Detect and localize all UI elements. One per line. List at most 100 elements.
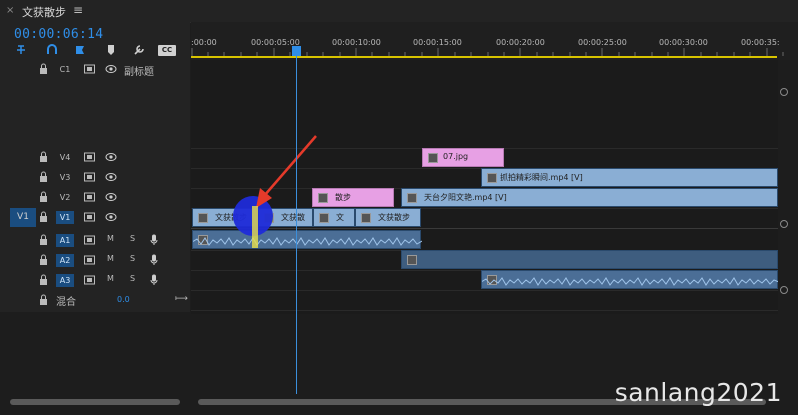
sync-lock-icon[interactable]	[84, 255, 95, 265]
sync-lock-icon[interactable]	[84, 172, 95, 182]
eye-icon[interactable]	[105, 172, 117, 182]
clip-label: 07.jpg	[443, 152, 469, 161]
clip-a1-audio[interactable]	[192, 230, 422, 249]
source-patch-v1[interactable]: V1	[10, 208, 36, 227]
clip-label: 散步	[335, 193, 351, 202]
lock-icon[interactable]	[39, 151, 48, 162]
mute-button[interactable]: M	[107, 274, 114, 283]
sequence-tab-bar: × 文获散步 ≡	[0, 0, 798, 23]
track-header-c1: C1 副标题	[0, 60, 190, 79]
captions-icon[interactable]: CC	[158, 45, 176, 56]
lock-icon[interactable]	[39, 191, 48, 202]
clip-v1-4[interactable]: 文获散步	[355, 208, 421, 227]
track-name[interactable]: A2	[56, 254, 74, 267]
clip-fx-icon	[407, 255, 417, 265]
header-horizontal-scrollbar[interactable]	[10, 399, 180, 405]
track-header-v4: V4	[0, 148, 190, 167]
sync-lock-icon[interactable]	[84, 275, 95, 285]
track-label: 副标题	[124, 67, 154, 78]
lock-icon[interactable]	[39, 294, 48, 305]
track-header-a2: A2 M S	[0, 251, 190, 270]
waveform	[193, 237, 422, 246]
track-name[interactable]: V1	[56, 211, 74, 224]
close-tab-button[interactable]: ×	[6, 5, 14, 16]
clip-label: 文获散步	[378, 213, 410, 222]
work-area-bar[interactable]	[191, 56, 777, 58]
mute-button[interactable]: M	[107, 234, 114, 243]
clip-a2-audio[interactable]	[401, 250, 778, 269]
scroll-handle-top[interactable]	[780, 88, 788, 96]
timeline-toolbar: CC	[8, 44, 188, 58]
track-name: C1	[59, 65, 71, 74]
ruler-label: 00:00:20:00	[496, 38, 545, 47]
microphone-icon[interactable]	[150, 274, 158, 286]
track-header-a1: A1 M S	[0, 231, 190, 250]
clip-v3-video[interactable]: 抓拍精彩瞬间.mp4 [V]	[481, 168, 778, 187]
track-name: V3	[59, 173, 71, 182]
solo-button[interactable]: S	[130, 254, 135, 263]
panel-menu-icon[interactable]: ≡	[73, 3, 83, 17]
wrench-icon[interactable]	[132, 44, 146, 58]
eye-icon[interactable]	[105, 152, 117, 162]
lock-icon[interactable]	[39, 234, 48, 245]
clip-fx-icon	[198, 213, 208, 223]
snap-icon[interactable]	[14, 44, 28, 58]
clip-fx-icon	[361, 213, 371, 223]
edit-point-highlight	[252, 206, 258, 248]
clip-label: 抓拍精彩瞬间.mp4 [V]	[500, 173, 583, 182]
ruler-label: :00:00	[191, 38, 217, 47]
track-name[interactable]: A1	[56, 234, 74, 247]
clip-label: 文	[336, 213, 344, 222]
captions-track-icon[interactable]	[84, 64, 95, 74]
sync-lock-icon[interactable]	[84, 192, 95, 202]
track-header-v2: V2	[0, 188, 190, 207]
lock-icon[interactable]	[39, 211, 48, 222]
clip-fx-icon	[407, 193, 417, 203]
track-name[interactable]: A3	[56, 274, 74, 287]
track-name: V4	[59, 153, 71, 162]
clip-v4-image[interactable]: 07.jpg	[422, 148, 504, 167]
clip-label: 天台夕阳文艳.mp4 [V]	[424, 193, 507, 202]
sync-lock-icon[interactable]	[84, 235, 95, 245]
track-header-mix: 混合 0.0 ⟼	[0, 291, 190, 310]
mix-track-label: 混合	[56, 297, 76, 308]
clip-fx-icon	[487, 173, 497, 183]
track-divider	[191, 290, 778, 291]
marker-icon[interactable]	[104, 44, 118, 58]
sync-lock-icon[interactable]	[84, 152, 95, 162]
playhead-line[interactable]	[296, 56, 297, 404]
sync-lock-icon[interactable]	[84, 212, 95, 222]
linked-selection-icon[interactable]	[45, 44, 59, 58]
scroll-handle-bottom[interactable]	[780, 286, 788, 294]
ruler-label: 00:00:30:00	[659, 38, 708, 47]
ruler-label: 00:00:15:00	[413, 38, 462, 47]
lock-icon[interactable]	[39, 274, 48, 285]
mix-volume-value[interactable]: 0.0	[117, 295, 130, 304]
mix-end-icon[interactable]: ⟼	[175, 294, 188, 304]
track-header-a3: A3 M S	[0, 271, 190, 290]
lock-icon[interactable]	[39, 63, 48, 74]
mute-button[interactable]: M	[107, 254, 114, 263]
clip-v2-video[interactable]: 天台夕阳文艳.mp4 [V]	[401, 188, 778, 207]
sequence-tab-title[interactable]: 文获散步	[22, 4, 66, 20]
clip-a3-audio[interactable]	[481, 270, 779, 289]
eye-icon[interactable]	[105, 212, 117, 222]
vertical-scroll[interactable]	[778, 60, 798, 314]
microphone-icon[interactable]	[150, 254, 158, 266]
microphone-icon[interactable]	[150, 234, 158, 246]
lock-icon[interactable]	[39, 254, 48, 265]
ruler-label: 00:00:35:	[741, 38, 780, 47]
add-marker-icon[interactable]	[73, 44, 87, 58]
playhead-handle[interactable]	[292, 46, 301, 56]
scroll-handle-mid[interactable]	[780, 220, 788, 228]
lock-icon[interactable]	[39, 171, 48, 182]
eye-icon[interactable]	[105, 64, 117, 74]
watermark: sanlang2021	[614, 378, 782, 407]
clip-fx-icon	[428, 153, 438, 163]
track-header-v3: V3	[0, 168, 190, 187]
solo-button[interactable]: S	[130, 274, 135, 283]
track-header-v1: V1 V1	[0, 208, 190, 227]
eye-icon[interactable]	[105, 192, 117, 202]
solo-button[interactable]: S	[130, 234, 135, 243]
playhead-timecode[interactable]: 00:00:06:14	[14, 27, 103, 42]
